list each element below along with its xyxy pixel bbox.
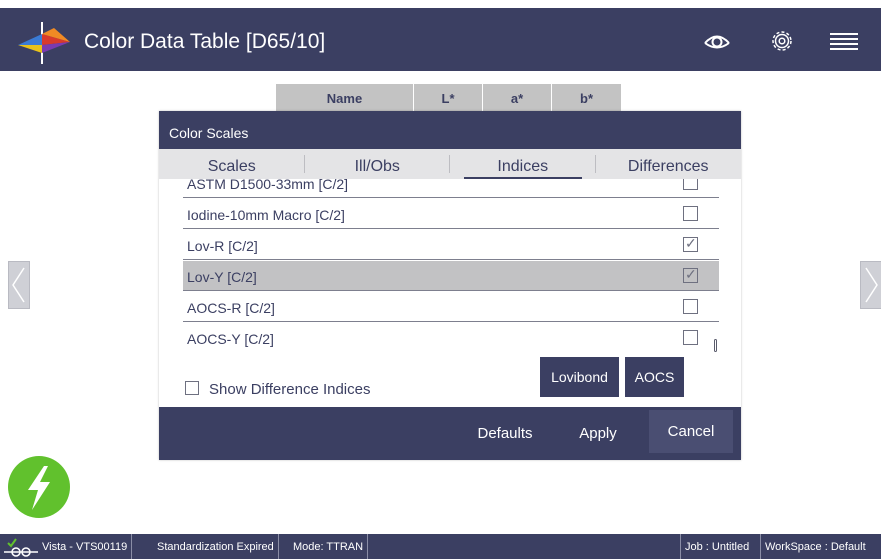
- list-item[interactable]: AOCS-Y [C/2]: [183, 323, 719, 353]
- chevron-left-icon: [12, 267, 25, 303]
- column-header-b[interactable]: b*: [552, 84, 621, 112]
- measure-button[interactable]: [8, 456, 70, 518]
- show-difference-indices-checkbox[interactable]: [185, 381, 199, 395]
- list-item-label: ASTM D1500-33mm [C/2]: [187, 179, 349, 192]
- workspace-status: WorkSpace : Default: [760, 534, 870, 559]
- previous-page-button[interactable]: [8, 261, 30, 309]
- tab-indices[interactable]: Indices: [450, 149, 596, 179]
- color-scales-dialog: Color Scales Scales Ill/Obs Indices Diff…: [159, 111, 741, 460]
- indices-list[interactable]: ASTM D1500-33mm [C/2] Iodine-10mm Macro …: [183, 179, 719, 359]
- menu-icon[interactable]: [829, 26, 859, 56]
- checkbox[interactable]: [683, 299, 698, 314]
- list-item-label: AOCS-Y [C/2]: [187, 331, 274, 347]
- page-title: Color Data Table [D65/10]: [84, 30, 326, 53]
- list-item[interactable]: Iodine-10mm Macro [C/2]: [183, 199, 719, 229]
- list-item[interactable]: Lov-R [C/2] ✓: [183, 230, 719, 260]
- checkmark-icon: ✓: [685, 266, 697, 282]
- device-name: Vista - VTS00119: [42, 540, 128, 553]
- gear-icon[interactable]: [767, 26, 797, 56]
- dialog-tabs: Scales Ill/Obs Indices Differences: [159, 149, 741, 179]
- cancel-button[interactable]: Cancel: [649, 410, 733, 453]
- aocs-button[interactable]: AOCS: [625, 357, 684, 397]
- lightning-bolt-icon: [28, 466, 50, 510]
- list-scrollbar[interactable]: [714, 339, 717, 352]
- chevron-right-icon: [865, 267, 878, 303]
- defaults-button[interactable]: Defaults: [459, 407, 551, 460]
- app-header: Color Data Table [D65/10]: [0, 8, 881, 71]
- next-page-button[interactable]: [860, 261, 881, 309]
- list-item[interactable]: AOCS-R [C/2]: [183, 292, 719, 322]
- tab-scales[interactable]: Scales: [159, 149, 305, 179]
- checkbox-checked[interactable]: ✓: [683, 235, 698, 252]
- list-item-label: Lov-R [C/2]: [187, 238, 258, 254]
- standardization-status: Standardization Expired: [153, 534, 279, 559]
- checkmark-icon: ✓: [685, 235, 697, 251]
- list-item-label: Iodine-10mm Macro [C/2]: [187, 207, 345, 223]
- column-header-a[interactable]: a*: [483, 84, 552, 112]
- checkbox-checked[interactable]: ✓: [683, 266, 698, 283]
- lovibond-button[interactable]: Lovibond: [540, 357, 619, 397]
- job-status: Job : Untitled: [680, 534, 753, 559]
- checkbox[interactable]: [683, 330, 698, 345]
- checkbox[interactable]: [683, 179, 698, 190]
- list-item-label: Lov-Y [C/2]: [187, 269, 257, 285]
- dialog-footer: Defaults Apply Cancel: [159, 407, 741, 460]
- tab-ill-obs[interactable]: Ill/Obs: [305, 149, 451, 179]
- tab-differences[interactable]: Differences: [596, 149, 742, 179]
- status-bar: Vista - VTS00119 Standardization Expired…: [0, 534, 881, 559]
- list-item[interactable]: ASTM D1500-33mm [C/2]: [183, 179, 719, 198]
- checkbox[interactable]: [683, 206, 698, 221]
- instrument-connection-icon: [4, 537, 38, 557]
- column-header-l[interactable]: L*: [414, 84, 483, 112]
- data-table-header: Name L* a* b*: [276, 84, 621, 112]
- apply-button[interactable]: Apply: [559, 407, 637, 460]
- device-status: Vista - VTS00119: [0, 534, 133, 559]
- list-item-selected[interactable]: Lov-Y [C/2] ✓: [183, 261, 719, 291]
- mode-status: Mode: TTRAN: [289, 534, 369, 559]
- eye-icon[interactable]: [702, 26, 732, 56]
- show-difference-indices-label: Show Difference Indices: [209, 381, 371, 398]
- prism-spectrum-logo-icon: [18, 22, 70, 64]
- column-header-name[interactable]: Name: [276, 84, 414, 112]
- dialog-title: Color Scales: [159, 111, 741, 149]
- list-item-label: AOCS-R [C/2]: [187, 300, 275, 316]
